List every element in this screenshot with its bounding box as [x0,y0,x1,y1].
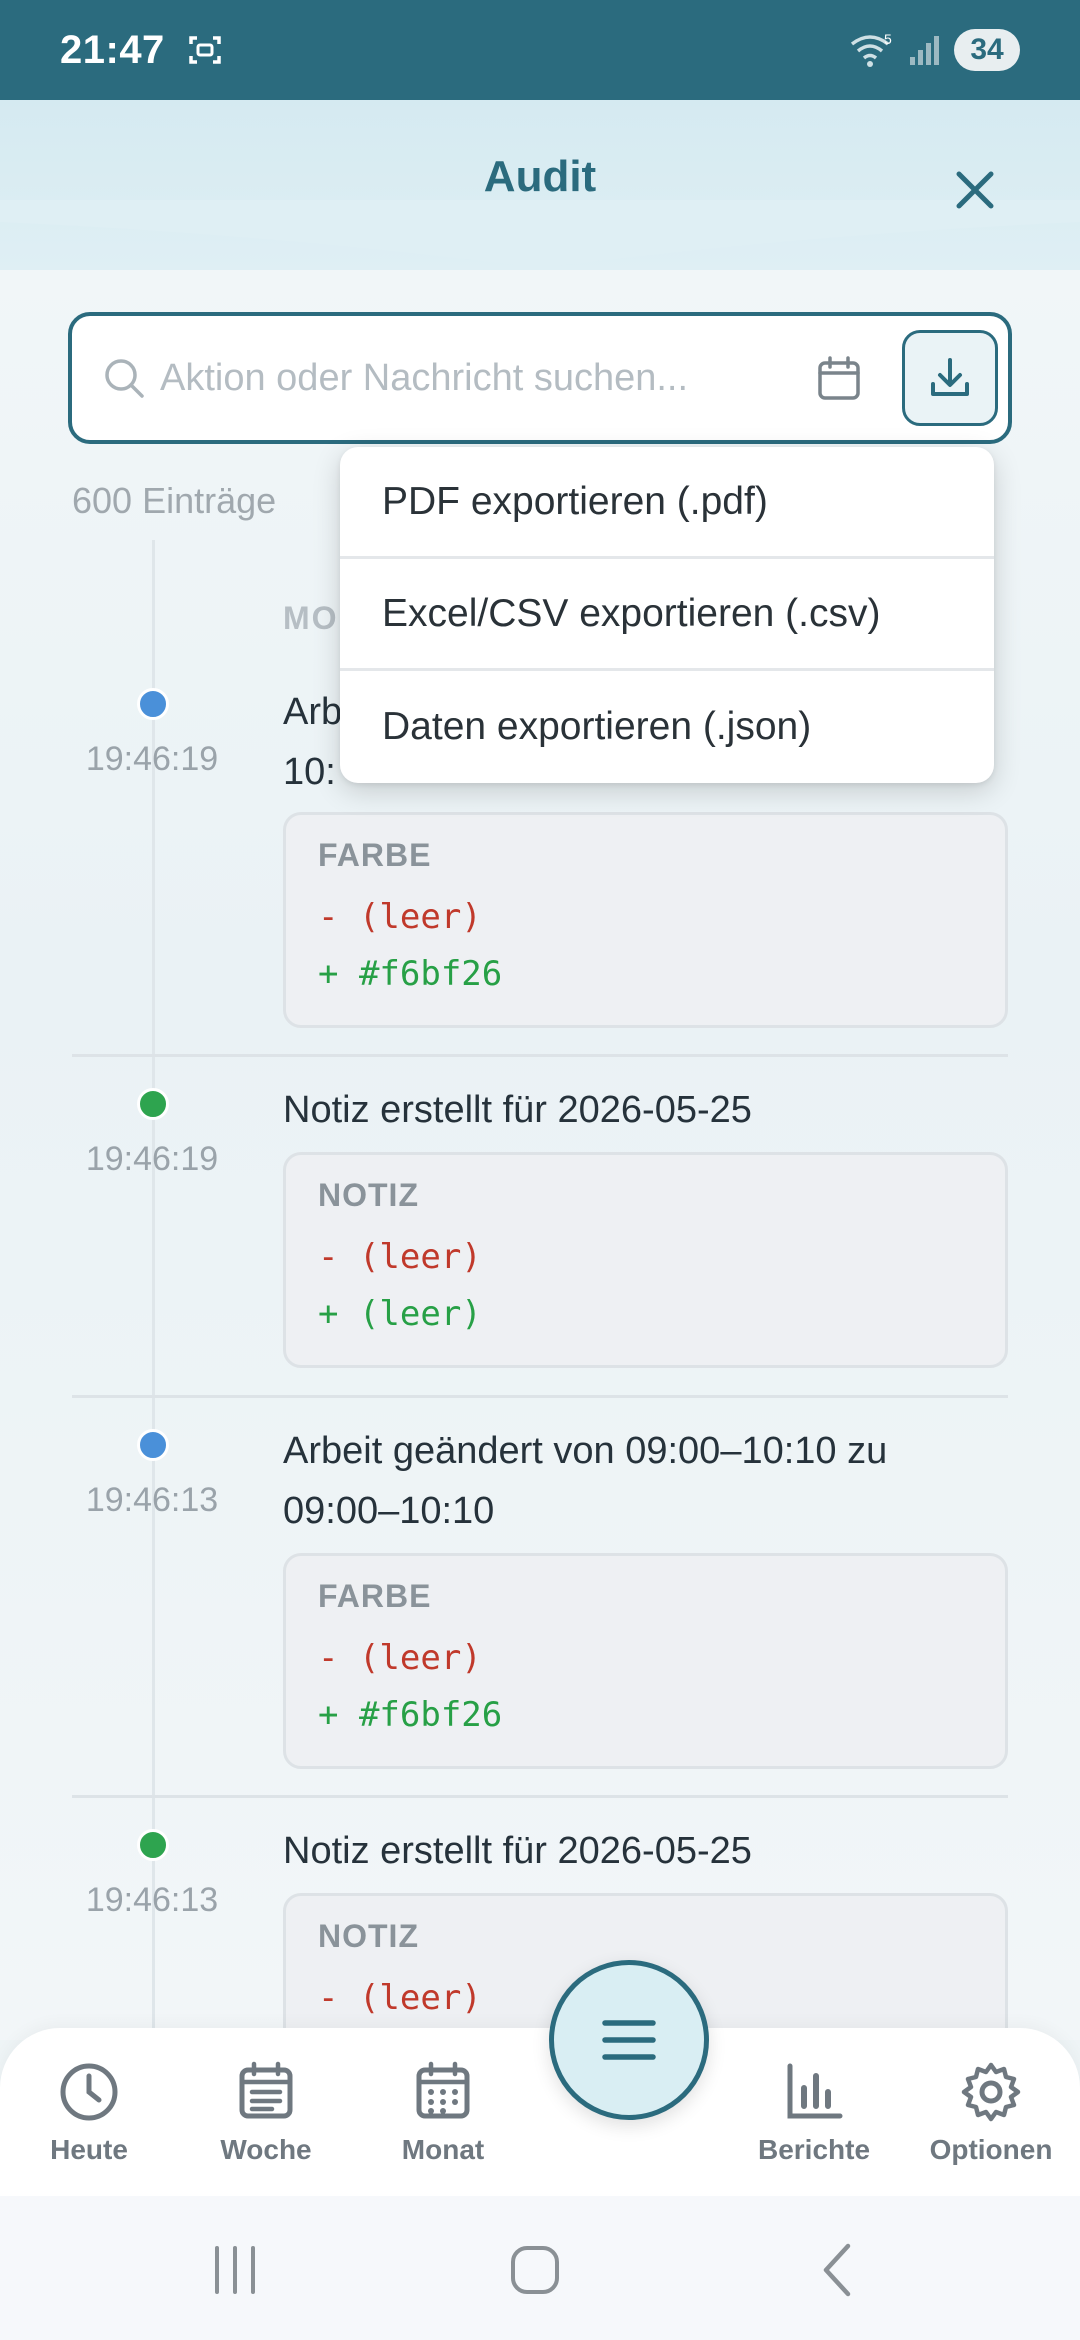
menu-fab-button[interactable] [549,1960,709,2120]
back-icon[interactable] [810,2240,870,2300]
diff-new-value: + (leer) [318,1294,482,1334]
nav-label: Heute [50,2134,128,2165]
signal-icon [910,36,939,65]
nav-label: Berichte [757,2134,871,2165]
wifi-icon: 5 [850,32,892,67]
diff-new-value: + #f6bf26 [318,1695,503,1735]
diff-box: NOTIZ - (leer) + (leer) [283,1152,1008,1368]
close-button[interactable] [945,160,1005,220]
date-heading: MO [283,600,339,636]
header-wave [0,200,1080,268]
diff-box: FARBE - (leer) + #f6bf26 [283,812,1008,1028]
entry-time: 19:46:13 [85,1481,219,1519]
entry-time: 19:46:19 [85,1140,219,1178]
diff-old-value: - (leer) [318,1638,482,1678]
calendar-week-icon [239,2061,293,2119]
screenshot-icon [189,36,221,64]
nav-label: Monat [401,2134,485,2165]
export-json-option[interactable]: Daten exportieren (.json) [340,671,994,783]
bar-chart-icon [787,2063,843,2119]
diff-old-value: - (leer) [318,897,482,937]
recent-apps-icon[interactable] [205,2240,265,2300]
search-input[interactable] [160,346,840,410]
divider [72,1795,1008,1798]
nav-optionen[interactable]: Optionen [916,2060,1066,2166]
diff-box: FARBE - (leer) + #f6bf26 [283,1553,1008,1769]
search-box [68,312,1012,444]
export-button[interactable] [902,330,998,426]
entry-dot [137,1088,169,1120]
nav-label: Optionen [929,2134,1053,2165]
page-title: Audit [483,152,597,201]
status-time: 21:47 [60,27,165,72]
system-nav-bar [0,2196,1080,2340]
export-csv-option[interactable]: Excel/CSV exportieren (.csv) [340,559,994,671]
close-icon [956,171,994,209]
search-icon [105,359,144,398]
divider [72,1395,1008,1398]
download-icon [931,358,969,396]
calendar-filter-icon[interactable] [814,354,864,404]
nav-heute[interactable]: Heute [14,2060,164,2166]
export-menu: PDF exportieren (.pdf) Excel/CSV exporti… [340,447,994,783]
entry-title: Arbeit geändert von 09:00–10:10 zu 09:00… [283,1430,888,1532]
diff-field: FARBE [318,1578,432,1614]
entry-dot [137,1429,169,1461]
nav-label: Woche [220,2134,312,2165]
entry-time: 19:46:19 [85,740,219,778]
diff-new-value: + #f6bf26 [318,954,503,994]
home-icon[interactable] [505,2240,565,2300]
entry-title: Notiz erstellt für 2026-05-25 [283,1830,752,1872]
calendar-month-icon [416,2061,470,2119]
diff-field: NOTIZ [318,1177,419,1213]
status-bar: 21:47 5 34 [0,0,1080,100]
entry-time: 19:46:13 [85,1881,219,1919]
export-pdf-option[interactable]: PDF exportieren (.pdf) [340,447,994,559]
divider [72,1054,1008,1057]
nav-woche[interactable]: Woche [191,2060,341,2166]
gear-icon [961,2062,1021,2122]
nav-monat[interactable]: Monat [368,2060,518,2166]
svg-text:5: 5 [884,32,892,47]
entry-count: 600 Einträge [72,480,277,521]
entry-dot [137,688,169,720]
menu-icon [602,2020,656,2060]
entry-title: Notiz erstellt für 2026-05-25 [283,1089,752,1131]
diff-field: FARBE [318,837,432,873]
battery-badge: 34 [954,29,1020,71]
diff-old-value: - (leer) [318,1237,482,1277]
entry-dot [137,1829,169,1861]
nav-berichte[interactable]: Berichte [739,2060,889,2166]
clock-icon [60,2063,118,2121]
